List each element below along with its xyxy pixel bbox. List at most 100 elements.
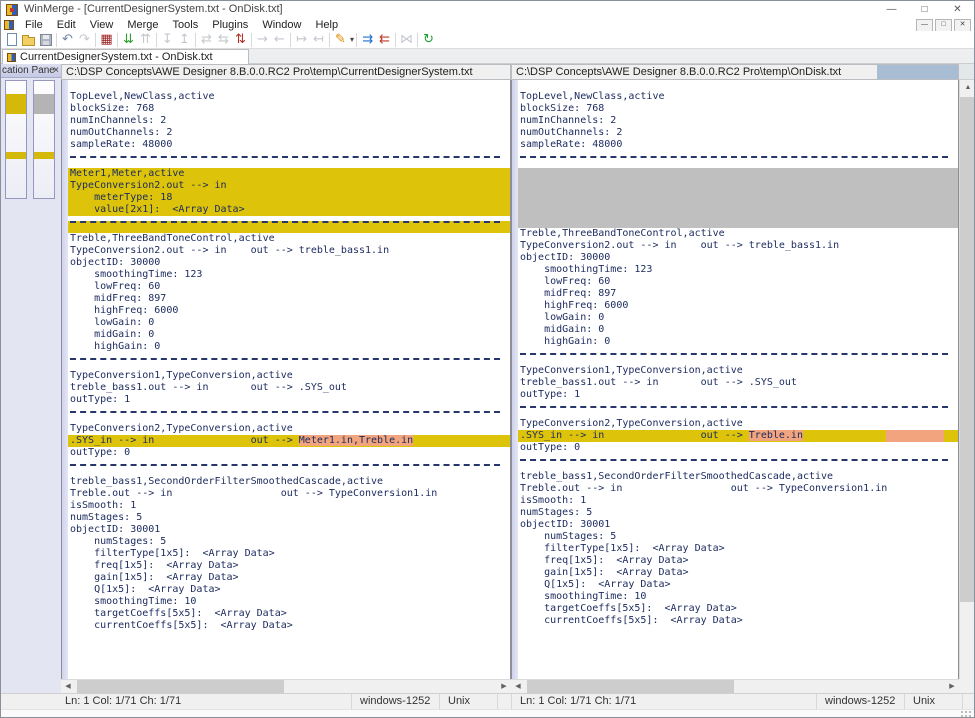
code-line: lowGain: 0 xyxy=(68,317,510,329)
scroll-right-icon[interactable]: ▶ xyxy=(945,680,959,693)
next-difference-button[interactable]: ⇊ xyxy=(120,32,137,48)
code-line: freq[1x5]: <Array Data> xyxy=(518,555,958,567)
menu-merge[interactable]: Merge xyxy=(120,19,165,31)
auto-merge-button[interactable]: ✎ xyxy=(332,32,349,48)
undo-button[interactable]: ↶ xyxy=(59,32,76,48)
toolbar-separator xyxy=(417,33,418,47)
code-line: outType: 0 xyxy=(518,442,958,454)
scroll-up-icon[interactable]: ▲ xyxy=(960,80,975,96)
code-line: targetCoeffs[5x5]: <Array Data> xyxy=(68,608,510,620)
right-hscroll-thumb[interactable] xyxy=(527,680,734,693)
left-hscroll-thumb[interactable] xyxy=(77,680,284,693)
menu-edit[interactable]: Edit xyxy=(50,19,83,31)
scroll-left-icon[interactable]: ◀ xyxy=(511,680,525,693)
word-diff: Meter1.in,Treble.in xyxy=(299,435,413,446)
auto-merge-dropdown-icon[interactable]: ▾ xyxy=(350,35,354,44)
menu-help[interactable]: Help xyxy=(308,19,345,31)
left-horizontal-scrollbar[interactable]: ◀ ▶ xyxy=(61,679,511,693)
separator-line xyxy=(518,459,958,471)
file-filter-button[interactable]: ▦ xyxy=(98,32,115,48)
close-icon[interactable]: ✕ xyxy=(941,1,974,19)
menu-file[interactable]: File xyxy=(18,19,50,31)
copy-left-advance-icon: ↤ xyxy=(313,32,324,48)
all-left-button[interactable]: ⇇ xyxy=(376,32,393,48)
maximize-icon[interactable]: □ xyxy=(908,1,941,19)
menu-tools[interactable]: Tools xyxy=(166,19,206,31)
first-difference-icon: ↧ xyxy=(162,32,173,48)
save-button[interactable] xyxy=(37,32,54,48)
open-button[interactable] xyxy=(20,32,37,48)
separator-line xyxy=(68,156,510,168)
toolbar-separator xyxy=(95,33,96,47)
skip-right-button[interactable]: ⇄ xyxy=(198,32,215,48)
tab-bar: CurrentDesignerSystem.txt - OnDisk.txt xyxy=(1,49,974,64)
scroll-left-icon[interactable]: ◀ xyxy=(61,680,75,693)
menu-plugins[interactable]: Plugins xyxy=(205,19,255,31)
next-difference-icon: ⇊ xyxy=(123,32,134,48)
location-pane-close-icon[interactable]: × xyxy=(53,64,59,77)
code-line: TypeConversion2.out --> in out --> trebl… xyxy=(68,245,510,257)
code-line: objectID: 30001 xyxy=(518,519,958,531)
right-file-header: C:\DSP Concepts\AWE Designer 8.B.0.0.RC2… xyxy=(511,64,959,80)
code-line: freq[1x5]: <Array Data> xyxy=(68,560,510,572)
tab-comparison[interactable]: CurrentDesignerSystem.txt - OnDisk.txt xyxy=(2,49,249,64)
copy-left-icon: ← xyxy=(274,32,285,48)
swap-panes-button[interactable]: ⋈ xyxy=(398,32,415,48)
code-line: targetCoeffs[5x5]: <Array Data> xyxy=(518,603,958,615)
left-editor[interactable]: TopLevel,NewClass,activeblockSize: 768nu… xyxy=(61,80,511,679)
code-line: treble_bass1,SecondOrderFilterSmoothedCa… xyxy=(518,471,958,483)
code-line: gain[1x5]: <Array Data> xyxy=(68,572,510,584)
code-line: numOutChannels: 2 xyxy=(518,127,958,139)
code-line: highGain: 0 xyxy=(68,341,510,353)
refresh-button[interactable]: ↻ xyxy=(420,32,437,48)
all-right-button[interactable]: ⇉ xyxy=(359,32,376,48)
eol-status: Unix xyxy=(904,694,962,709)
app-icon xyxy=(6,4,18,16)
new-file-icon xyxy=(7,33,17,46)
location-diff-mark xyxy=(34,152,54,159)
window-title: WinMerge - [CurrentDesignerSystem.txt - … xyxy=(24,3,283,15)
location-bar-left[interactable] xyxy=(5,80,27,199)
code-line: midFreq: 897 xyxy=(518,288,958,300)
right-horizontal-scrollbar[interactable]: ◀ ▶ xyxy=(511,679,959,693)
code-line: highFreq: 6000 xyxy=(518,300,958,312)
code-line: smoothingTime: 10 xyxy=(518,591,958,603)
auto-merge-icon: ✎ xyxy=(335,32,346,48)
toolbar-separator xyxy=(329,33,330,47)
right-editor[interactable]: TopLevel,NewClass,activeblockSize: 768nu… xyxy=(511,80,959,679)
tab-label: CurrentDesignerSystem.txt - OnDisk.txt xyxy=(20,51,213,63)
last-difference-button[interactable]: ↥ xyxy=(176,32,193,48)
code-line: lowFreq: 60 xyxy=(518,276,958,288)
copy-right-advance-button[interactable]: ↦ xyxy=(293,32,310,48)
code-line: filterType[1x5]: <Array Data> xyxy=(68,548,510,560)
first-difference-button[interactable]: ↧ xyxy=(159,32,176,48)
code-line: treble_bass1.out --> in out --> .SYS_out xyxy=(68,382,510,394)
scroll-right-icon[interactable]: ▶ xyxy=(497,680,511,693)
code-line: isSmooth: 1 xyxy=(518,495,958,507)
skip-left-button[interactable]: ⇆ xyxy=(215,32,232,48)
status-pad xyxy=(962,694,975,709)
code-line: .SYS_in --> in out --> Treble.in xyxy=(518,430,958,442)
current-difference-button[interactable]: ⇅ xyxy=(232,32,249,48)
menu-window[interactable]: Window xyxy=(255,19,308,31)
copy-left-button[interactable]: ← xyxy=(271,32,288,48)
current-difference-icon: ⇅ xyxy=(235,32,246,48)
menu-view[interactable]: View xyxy=(83,19,121,31)
title-bar: WinMerge - [CurrentDesignerSystem.txt - … xyxy=(1,1,974,19)
minimize-icon[interactable]: — xyxy=(875,1,908,19)
location-bar-right[interactable] xyxy=(33,80,55,199)
location-diff-mark xyxy=(6,94,26,114)
redo-button[interactable]: ↷ xyxy=(76,32,93,48)
code-line: TopLevel,NewClass,active xyxy=(518,91,958,103)
frame-status-bar xyxy=(1,709,974,718)
code-line: numStages: 5 xyxy=(68,536,510,548)
copy-left-advance-button[interactable]: ↤ xyxy=(310,32,327,48)
vertical-scrollbar[interactable]: ▲ ▼ xyxy=(959,80,975,693)
separator-line xyxy=(518,406,958,418)
new-file-button[interactable] xyxy=(3,32,20,48)
location-diff-mark xyxy=(6,152,26,159)
vscroll-thumb[interactable] xyxy=(960,97,975,602)
separator-line xyxy=(68,464,510,476)
previous-difference-button[interactable]: ⇈ xyxy=(137,32,154,48)
copy-right-button[interactable]: → xyxy=(254,32,271,48)
